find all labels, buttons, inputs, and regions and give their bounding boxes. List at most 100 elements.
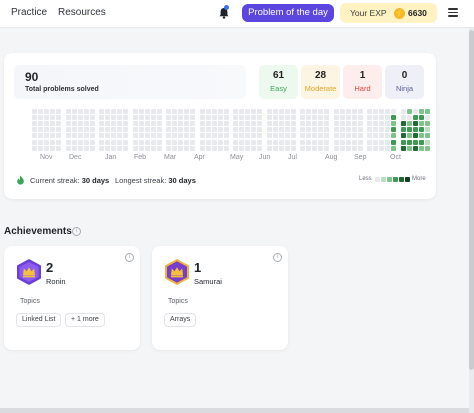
achievement-card-samurai[interactable]: i 1 Samurai Topics Arrays — [152, 246, 288, 350]
heatmap-cell — [38, 109, 44, 114]
heatmap-cell — [324, 133, 330, 139]
heatmap-cell — [205, 145, 211, 151]
month-label: Nov — [40, 154, 53, 161]
difficulty-count: 61 — [272, 70, 285, 81]
heatmap-cell — [156, 109, 162, 114]
month-label: May — [230, 154, 244, 161]
heatmap-cell — [166, 121, 171, 127]
heatmap-cell — [117, 139, 123, 145]
heatmap-cell — [83, 109, 89, 114]
heatmap-cell — [251, 109, 257, 114]
heatmap-cell — [205, 115, 211, 121]
heatmap-cell — [318, 121, 324, 127]
heatmap-cell — [32, 115, 37, 121]
heatmap-cell — [65, 133, 71, 139]
difficulty-label: Moderate — [304, 84, 337, 93]
heatmap-cell — [272, 139, 278, 145]
heatmap-cell — [312, 139, 318, 145]
heatmap-cell — [132, 145, 138, 151]
heatmap-cell — [306, 145, 312, 151]
heatmap-cell — [339, 139, 345, 145]
heatmap-cell — [56, 121, 62, 127]
heatmap-cell — [117, 121, 123, 127]
heatmap-cell — [190, 127, 196, 133]
heatmap-cell — [318, 109, 324, 114]
topic-chip[interactable]: Linked List — [16, 313, 62, 327]
scrollbar-thumb[interactable] — [469, 30, 474, 370]
month-label: Jul — [288, 154, 297, 161]
heatmap-cell — [132, 115, 138, 121]
month-label: Jan — [105, 154, 117, 161]
heatmap-cell — [406, 139, 412, 145]
heatmap-cell — [245, 121, 251, 127]
problem-of-the-day-button[interactable]: Problem of the day — [242, 4, 334, 22]
heatmap-cell — [312, 109, 318, 114]
heatmap-cell — [184, 115, 190, 121]
heatmap-cell — [199, 121, 205, 127]
hamburger-menu-icon[interactable] — [448, 8, 458, 17]
heatmap-cell — [379, 121, 385, 127]
heatmap-cell — [38, 115, 44, 121]
achievement-card-ronin[interactable]: i 2 Ronin Topics Linked List + 1 more — [4, 246, 140, 350]
nav-link-practice[interactable]: Practice — [11, 7, 47, 18]
heatmap-cell — [223, 115, 229, 121]
heatmap-cell — [373, 133, 379, 139]
heatmap-cell — [65, 139, 71, 145]
heatmap-cell — [424, 121, 430, 127]
heatmap-cell — [290, 121, 296, 127]
heatmap-cell — [178, 127, 184, 133]
heatmap-cell — [351, 109, 357, 114]
nav-link-resources[interactable]: Resources — [58, 7, 106, 18]
heatmap-cell — [44, 139, 50, 145]
heatmap-cell — [150, 109, 156, 114]
info-icon[interactable]: i — [72, 227, 81, 236]
heatmap-cell — [138, 121, 144, 127]
heatmap-cell — [199, 115, 205, 121]
topic-chip[interactable]: Arrays — [164, 313, 197, 327]
heatmap-cell — [251, 115, 257, 121]
heatmap-cell — [412, 115, 418, 121]
total-solved-label: Total problems solved — [25, 86, 99, 93]
heatmap-cell — [367, 145, 372, 151]
info-icon[interactable]: i — [273, 253, 282, 262]
heatmap-cell — [211, 127, 217, 133]
heatmap-cell — [56, 115, 62, 121]
heatmap-cell — [156, 127, 162, 133]
achievement-rank: Samurai — [194, 277, 222, 286]
heatmap-cell — [379, 133, 385, 139]
heatmap-cell — [89, 115, 95, 121]
heatmap-cell — [99, 121, 104, 127]
heatmap-cell — [333, 145, 339, 151]
heatmap-cell — [412, 139, 418, 145]
heatmap-cell — [284, 115, 290, 121]
heatmap-cell — [306, 121, 312, 127]
longest-streak-value: 30 days — [168, 176, 196, 185]
info-icon[interactable]: i — [125, 253, 134, 262]
heatmap-cell — [156, 121, 162, 127]
heatmap-cell — [38, 127, 44, 133]
exp-badge[interactable]: Your EXP ⚡ 6630 — [340, 3, 437, 23]
heatmap-cell — [318, 139, 324, 145]
heatmap-cell — [77, 127, 83, 133]
heatmap-cell — [345, 115, 351, 121]
heatmap-cell — [117, 127, 123, 133]
heatmap-cell — [379, 127, 385, 133]
heatmap-cell — [391, 115, 397, 121]
achievements-title: Achievements — [4, 226, 72, 237]
heatmap-cell — [144, 133, 150, 139]
heatmap-cell — [44, 109, 50, 114]
heatmap-cell — [132, 139, 138, 145]
heatmap-cell — [418, 109, 424, 114]
heatmap-cell — [217, 121, 223, 127]
heatmap-cell — [117, 115, 123, 121]
heatmap-cell — [400, 127, 406, 133]
heatmap-cell — [205, 109, 211, 114]
heatmap-cell — [44, 121, 50, 127]
heatmap-cell — [266, 121, 272, 127]
heatmap-cell — [217, 139, 223, 145]
more-topics-chip[interactable]: + 1 more — [65, 313, 105, 327]
heatmap-cell — [44, 145, 50, 151]
heatmap-cell — [217, 109, 223, 114]
heatmap-cell — [367, 139, 372, 145]
heatmap-cell — [312, 121, 318, 127]
